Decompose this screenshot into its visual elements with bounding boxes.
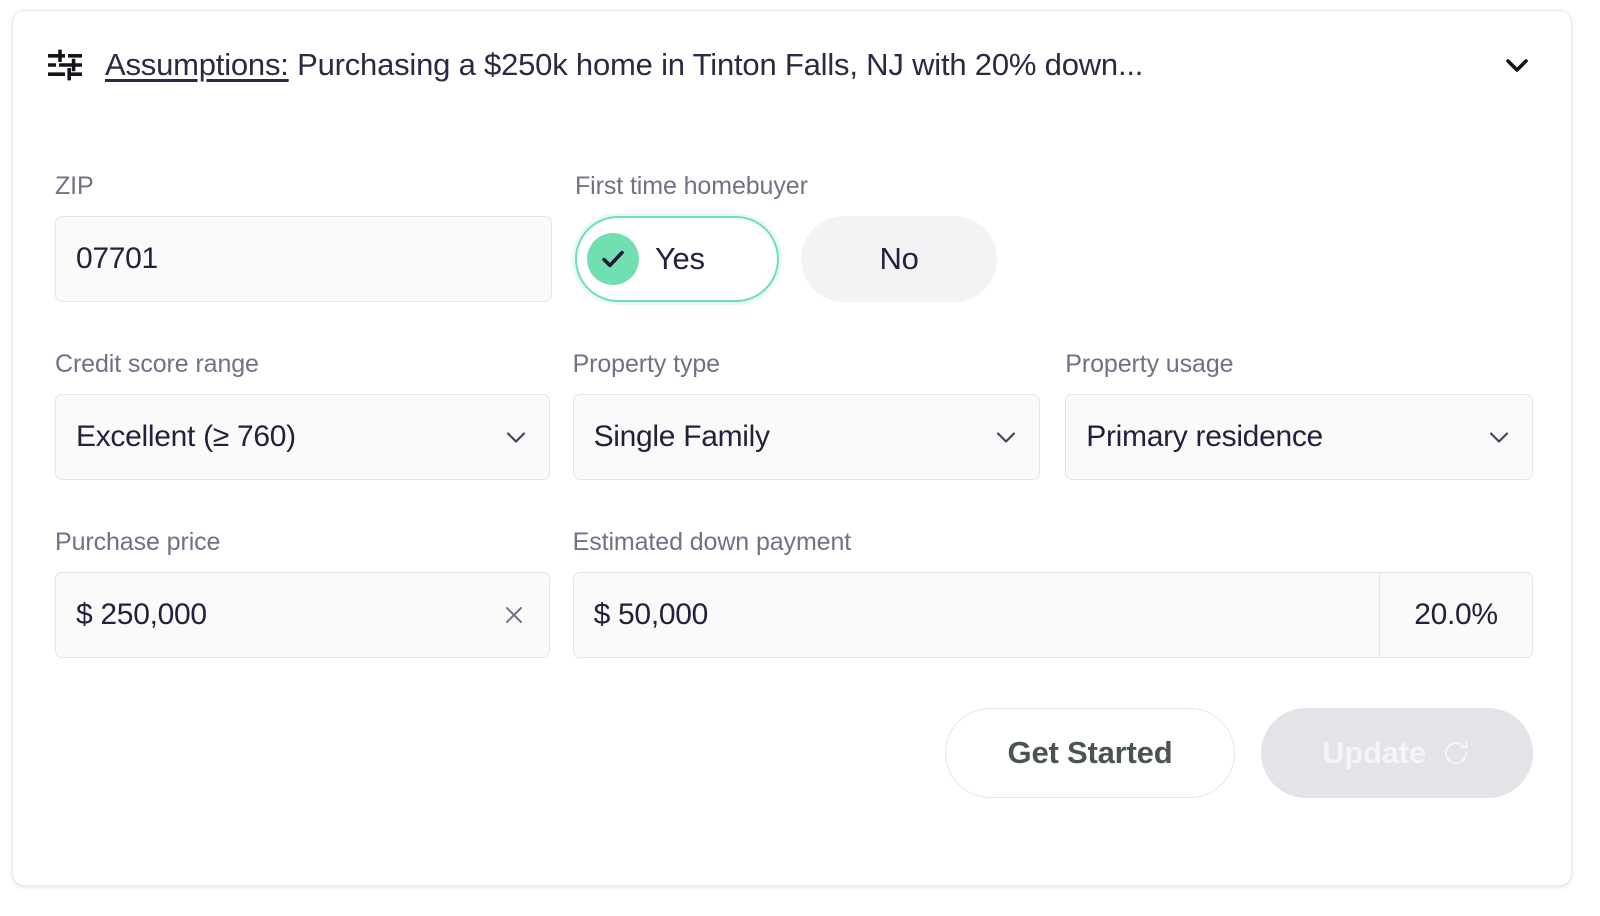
first-time-homebuyer-label: First time homebuyer — [575, 172, 808, 200]
purchase-price-value: $ 250,000 — [76, 598, 207, 631]
update-button: Update — [1261, 708, 1533, 798]
credit-score-select[interactable]: Excellent (≥ 760) — [55, 394, 550, 480]
chevron-down-icon — [501, 422, 531, 452]
form-row-3: Purchase price $ 250,000 Estimated down … — [55, 530, 1533, 658]
field-purchase-price: Purchase price $ 250,000 — [55, 530, 550, 658]
property-type-select[interactable]: Single Family — [572, 394, 1041, 480]
zip-value: 07701 — [76, 242, 158, 275]
page-title: Assumptions: Purchasing a $250k home in … — [105, 47, 1489, 83]
form-row-2: Credit score range Excellent (≥ 760) Pro… — [55, 352, 1533, 480]
tune-sliders-icon — [45, 45, 85, 85]
toggle-option-yes[interactable]: Yes — [575, 216, 779, 302]
down-payment-percent-value: 20.0% — [1414, 598, 1498, 631]
property-usage-value: Primary residence — [1086, 420, 1323, 453]
toggle-option-no-label: No — [879, 241, 919, 276]
property-type-label: Property type — [572, 350, 720, 378]
assumptions-card: Assumptions: Purchasing a $250k home in … — [12, 10, 1572, 886]
form-actions: Get Started Update — [55, 708, 1533, 798]
check-icon — [587, 233, 639, 285]
chevron-down-icon — [991, 422, 1021, 452]
toggle-option-yes-label: Yes — [655, 241, 705, 276]
first-time-homebuyer-toggle-group: Yes No — [575, 216, 997, 302]
zip-label: ZIP — [55, 172, 94, 200]
chevron-down-icon[interactable] — [1501, 49, 1533, 81]
field-credit-score: Credit score range Excellent (≥ 760) — [55, 352, 550, 480]
field-property-type: Property type Single Family — [572, 350, 1041, 480]
assumptions-summary: Purchasing a $250k home in Tinton Falls,… — [288, 47, 1144, 82]
get-started-button[interactable]: Get Started — [945, 708, 1235, 798]
close-icon[interactable] — [499, 600, 529, 630]
credit-score-value: Excellent (≥ 760) — [76, 420, 296, 453]
property-usage-label: Property usage — [1065, 350, 1234, 378]
form-row-1: ZIP 07701 First time homebuyer Yes No — [55, 174, 1533, 302]
chevron-down-icon — [1484, 422, 1514, 452]
purchase-price-label: Purchase price — [55, 528, 221, 556]
zip-input[interactable]: 07701 — [55, 216, 552, 302]
toggle-option-no[interactable]: No — [801, 216, 997, 302]
assumptions-header[interactable]: Assumptions: Purchasing a $250k home in … — [13, 11, 1571, 119]
field-down-payment: Estimated down payment $ 50,000 20.0% — [572, 528, 1533, 658]
property-type-value: Single Family — [593, 420, 770, 453]
refresh-icon — [1440, 737, 1472, 769]
update-label: Update — [1322, 735, 1426, 770]
down-payment-percent-input[interactable]: 20.0% — [1379, 573, 1532, 657]
down-payment-input[interactable]: $ 50,000 — [574, 573, 1379, 657]
down-payment-value: $ 50,000 — [593, 598, 709, 631]
down-payment-label: Estimated down payment — [572, 528, 852, 556]
property-usage-select[interactable]: Primary residence — [1065, 394, 1533, 480]
field-first-time-homebuyer: First time homebuyer Yes No — [575, 174, 997, 302]
purchase-price-input[interactable]: $ 250,000 — [55, 572, 550, 658]
get-started-label: Get Started — [1007, 735, 1173, 770]
credit-score-label: Credit score range — [55, 350, 259, 378]
field-property-usage: Property usage Primary residence — [1065, 352, 1533, 480]
field-zip: ZIP 07701 — [55, 174, 552, 302]
down-payment-group: $ 50,000 20.0% — [572, 572, 1533, 658]
assumptions-form: ZIP 07701 First time homebuyer Yes No Cr… — [13, 119, 1571, 798]
assumptions-link[interactable]: Assumptions: — [105, 47, 289, 82]
